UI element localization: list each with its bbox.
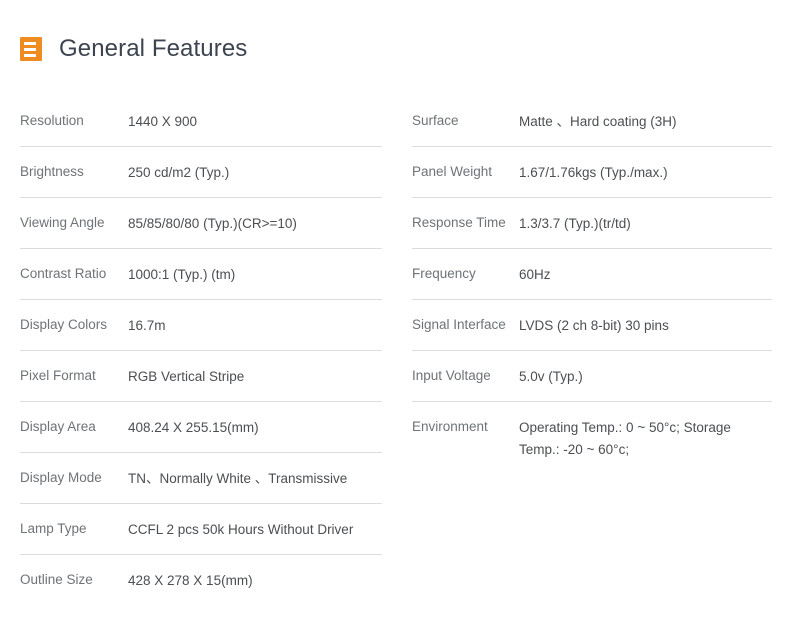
spec-label: Surface [412, 113, 459, 128]
spec-row: Input Voltage 5.0v (Typ.) [412, 351, 772, 402]
spec-value: 1440 X 900 [128, 114, 198, 129]
spec-row: Contrast Ratio 1000:1 (Typ.) (tm) [20, 249, 382, 300]
spec-label: Environment [412, 419, 488, 434]
spec-label: Panel Weight [412, 164, 493, 179]
spec-row: Viewing Angle 85/85/80/80 (Typ.)(CR>=10) [20, 198, 382, 249]
spec-row: Response Time 1.3/3.7 (Typ.)(tr/td) [412, 198, 772, 249]
spec-value: 428 X 278 X 15(mm) [128, 573, 253, 588]
spec-value: 85/85/80/80 (Typ.)(CR>=10) [128, 216, 297, 231]
spec-row: Pixel Format RGB Vertical Stripe [20, 351, 382, 402]
spec-label: Brightness [20, 164, 84, 179]
spec-value: 1000:1 (Typ.) (tm) [128, 267, 236, 282]
spec-value: CCFL 2 pcs 50k Hours Without Driver [128, 522, 354, 537]
page-header: General Features [20, 30, 247, 68]
spec-value: LVDS (2 ch 8-bit) 30 pins [519, 318, 669, 333]
spec-label: Viewing Angle [20, 215, 105, 230]
spec-row: Frequency 60Hz [412, 249, 772, 300]
page-title: General Features [59, 35, 248, 62]
spec-value: Matte 、Hard coating (3H) [519, 114, 677, 129]
spec-label: Display Area [20, 419, 96, 434]
spec-row: Lamp Type CCFL 2 pcs 50k Hours Without Dr… [20, 504, 382, 555]
spec-label: Outline Size [20, 572, 93, 587]
spec-row: Environment Operating Temp.: 0 ~ 50°c; St… [412, 402, 772, 478]
spec-label: Signal Interface [412, 317, 506, 332]
spec-value: Operating Temp.: 0 ~ 50°c; Storage Temp.… [519, 420, 731, 457]
specs-left-column: Resolution 1440 X 900 Brightness 250 cd/m2 … [20, 96, 382, 606]
spec-row: Display Area 408.24 X 255.15(mm) [20, 402, 382, 453]
spec-label: Lamp Type [20, 521, 87, 536]
spec-label: Display Mode [20, 470, 102, 485]
spec-label: Resolution [20, 113, 84, 128]
spec-value: 408.24 X 255.15(mm) [128, 420, 259, 435]
spec-row: Display Mode TN、Normally White 、Transmiss… [20, 453, 382, 504]
spec-label: Frequency [412, 266, 476, 281]
spec-label: Response Time [412, 215, 506, 230]
spec-row: Brightness 250 cd/m2 (Typ.) [20, 147, 382, 198]
spec-value: 5.0v (Typ.) [519, 369, 583, 384]
spec-value: RGB Vertical Stripe [128, 369, 245, 384]
spec-value: 1.67/1.76kgs (Typ./max.) [519, 165, 668, 180]
spec-row: Outline Size 428 X 278 X 15(mm) [20, 555, 382, 606]
spec-value: 250 cd/m2 (Typ.) [128, 165, 230, 180]
specs-right-column: Surface Matte 、Hard coating (3H) Panel Wei… [412, 96, 772, 478]
spec-row: Display Colors 16.7m [20, 300, 382, 351]
spec-value: 16.7m [128, 318, 166, 333]
spec-label: Contrast Ratio [20, 266, 107, 281]
spec-label: Display Colors [20, 317, 108, 332]
spec-row: Panel Weight 1.67/1.76kgs (Typ./max.) [412, 147, 772, 198]
spec-value: 1.3/3.7 (Typ.)(tr/td) [519, 216, 631, 231]
spec-value: 60Hz [519, 267, 551, 282]
spec-label: Input Voltage [412, 368, 491, 383]
spec-row: Resolution 1440 X 900 [20, 96, 382, 147]
spec-label: Pixel Format [20, 368, 96, 383]
spec-row: Surface Matte 、Hard coating (3H) [412, 96, 772, 147]
list-document-icon [20, 37, 42, 61]
general-features-page: General Features Resolution 1440 X 900 Bri… [0, 0, 794, 618]
spec-row: Signal Interface LVDS (2 ch 8-bit) 30 pin… [412, 300, 772, 351]
spec-value: TN、Normally White 、Transmissive [128, 471, 348, 486]
